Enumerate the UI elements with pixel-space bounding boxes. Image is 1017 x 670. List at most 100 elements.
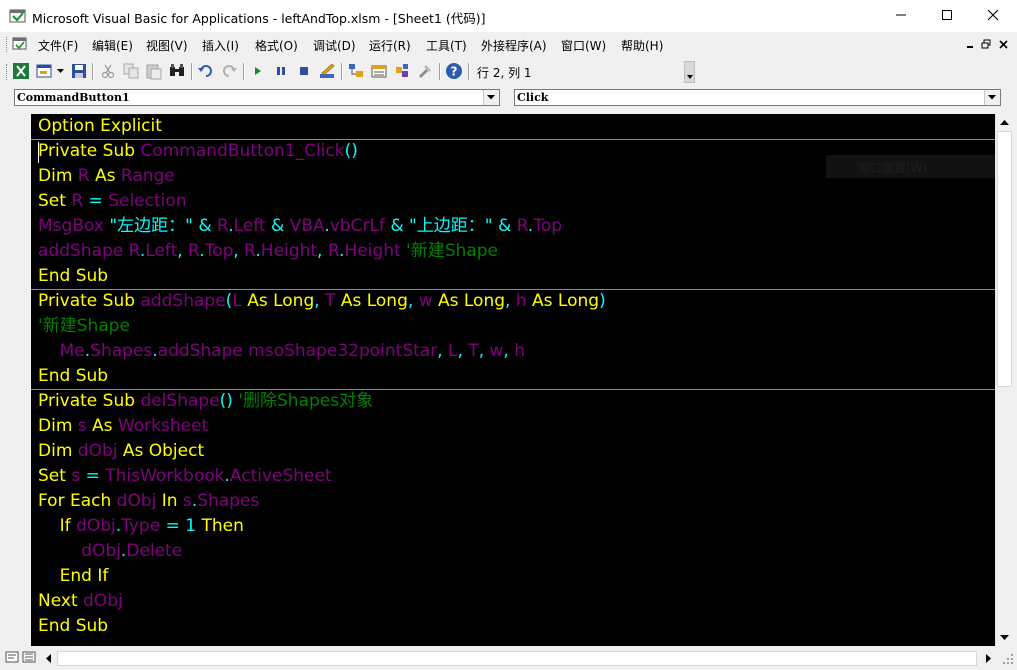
close-button[interactable] [970, 0, 1016, 30]
toolbar-separator [92, 63, 94, 80]
procedure-selector-dropdown[interactable] [984, 90, 1000, 105]
bottom-bar [0, 647, 1017, 670]
reset-button[interactable] [295, 62, 313, 80]
code-line[interactable]: Private Sub addShape(L As Long, T As Lon… [38, 289, 606, 314]
scroll-left-button[interactable] [40, 650, 57, 667]
run-button[interactable] [249, 62, 267, 80]
code-token: h [515, 291, 527, 311]
object-selector[interactable]: CommandButton1 [14, 89, 500, 106]
code-line[interactable]: If dObj.Type = 1 Then [38, 514, 244, 539]
dropdown-arrow-icon[interactable] [57, 69, 64, 74]
code-token: , [317, 241, 328, 261]
help-button[interactable]: ? [445, 62, 463, 80]
redo-button[interactable] [220, 62, 238, 80]
find-button[interactable] [168, 62, 186, 80]
code-line[interactable]: End If [38, 564, 109, 589]
scroll-down-button[interactable] [996, 629, 1013, 646]
minimize-button[interactable] [878, 0, 924, 30]
menu-help[interactable]: 帮助(H) [621, 37, 663, 54]
insert-userform-button[interactable] [36, 62, 54, 80]
code-line[interactable]: addShape R.Left, R.Top, R.Height, R.Heig… [38, 239, 498, 264]
code-token: "左边距：" & [103, 216, 218, 236]
menubar-grip[interactable] [6, 37, 10, 52]
resize-grip-icon[interactable] [1001, 652, 1015, 666]
insert-userform-icon [36, 64, 52, 78]
undo-button[interactable] [197, 62, 215, 80]
menu-edit[interactable]: 编辑(E) [92, 37, 133, 54]
code-token: R [217, 216, 229, 236]
object-selector-dropdown[interactable] [483, 90, 499, 105]
menu-view[interactable]: 视图(V) [146, 37, 188, 54]
find-icon [170, 64, 184, 76]
menu-insert[interactable]: 插入(I) [202, 37, 239, 54]
child-window-icon[interactable] [12, 37, 28, 51]
code-token: Dim [38, 441, 78, 461]
help-icon: ? [446, 63, 462, 79]
maximize-button[interactable] [924, 0, 970, 30]
cut-button[interactable] [99, 62, 117, 80]
save-icon [72, 64, 86, 78]
menu-format[interactable]: 格式(O) [255, 37, 298, 54]
code-token: Dim [38, 416, 78, 436]
menu-window[interactable]: 窗口(W) [561, 37, 606, 54]
view-excel-button[interactable] [12, 62, 30, 80]
code-token: End If [38, 566, 109, 586]
save-button[interactable] [70, 62, 88, 80]
code-line[interactable]: '新建Shape [38, 314, 130, 339]
code-line[interactable]: MsgBox "左边距：" & R.Left & VBA.vbCrLf & "上… [38, 214, 562, 239]
code-token: Selection [108, 191, 187, 211]
code-token: L [448, 341, 458, 361]
project-explorer-button[interactable] [347, 62, 365, 80]
break-button[interactable] [272, 62, 290, 80]
code-line[interactable]: Dim R As Range [38, 164, 175, 189]
menu-tools[interactable]: 工具(T) [426, 37, 467, 54]
code-line[interactable]: Me.Shapes.addShape msoShape32pointStar, … [38, 339, 525, 364]
project-explorer-icon [349, 64, 363, 77]
code-line[interactable]: End Sub [38, 264, 108, 289]
child-restore-icon[interactable] [981, 39, 992, 50]
code-line[interactable]: Set s = ThisWorkbook.ActiveSheet [38, 464, 332, 489]
code-line[interactable]: dObj.Delete [38, 539, 182, 564]
code-token: dObj [116, 491, 157, 511]
scroll-right-button[interactable] [980, 650, 997, 667]
code-line[interactable]: Set R = Selection [38, 189, 187, 214]
copy-button[interactable] [122, 62, 140, 80]
paste-button[interactable] [145, 62, 163, 80]
code-line[interactable]: For Each dObj In s.Shapes [38, 489, 259, 514]
design-mode-button[interactable] [318, 62, 336, 80]
code-token: vbCrLf [329, 216, 385, 236]
child-minimize-icon[interactable] [965, 39, 976, 50]
object-browser-button[interactable] [393, 62, 411, 80]
code-line[interactable]: Dim dObj As Object [38, 439, 204, 464]
vertical-scroll-thumb[interactable] [997, 131, 1012, 387]
code-line[interactable]: Option Explicit [38, 114, 162, 139]
properties-button[interactable] [370, 62, 388, 80]
toolbar-grip[interactable] [6, 64, 10, 80]
code-token: dObj [83, 591, 123, 611]
code-line[interactable]: Private Sub CommandButton1_Click() [38, 139, 358, 164]
code-line[interactable]: End Sub [38, 364, 108, 389]
toolbar-options-button[interactable] [684, 61, 695, 83]
toolbox-button[interactable] [416, 62, 434, 80]
menu-run[interactable]: 运行(R) [369, 37, 411, 54]
code-editor[interactable]: Option Explicit Private Sub CommandButton… [31, 114, 995, 646]
horizontal-scrollbar[interactable] [40, 650, 997, 667]
vba-app-icon[interactable] [9, 7, 27, 25]
code-token: Left [145, 241, 178, 261]
code-token: '删除Shapes对象 [238, 391, 374, 411]
procedure-selector[interactable]: Click [514, 89, 1001, 106]
paste-icon [146, 64, 162, 80]
scroll-up-button[interactable] [996, 114, 1013, 131]
procedure-view-icon[interactable] [5, 650, 19, 664]
menu-file[interactable]: 文件(F) [38, 37, 78, 54]
menu-addins[interactable]: 外接程序(A) [481, 37, 547, 54]
code-line[interactable]: Next dObj [38, 589, 123, 614]
code-line[interactable]: End Sub [38, 614, 108, 639]
menu-debug[interactable]: 调试(D) [313, 37, 356, 54]
full-module-view-icon[interactable] [22, 650, 36, 664]
vertical-scrollbar[interactable] [995, 114, 1013, 646]
code-line[interactable]: Dim s As Worksheet [38, 414, 208, 439]
child-close-icon[interactable] [998, 39, 1009, 50]
code-line[interactable]: Private Sub delShape() '删除Shapes对象 [38, 389, 373, 414]
horizontal-scroll-thumb[interactable] [57, 651, 977, 666]
